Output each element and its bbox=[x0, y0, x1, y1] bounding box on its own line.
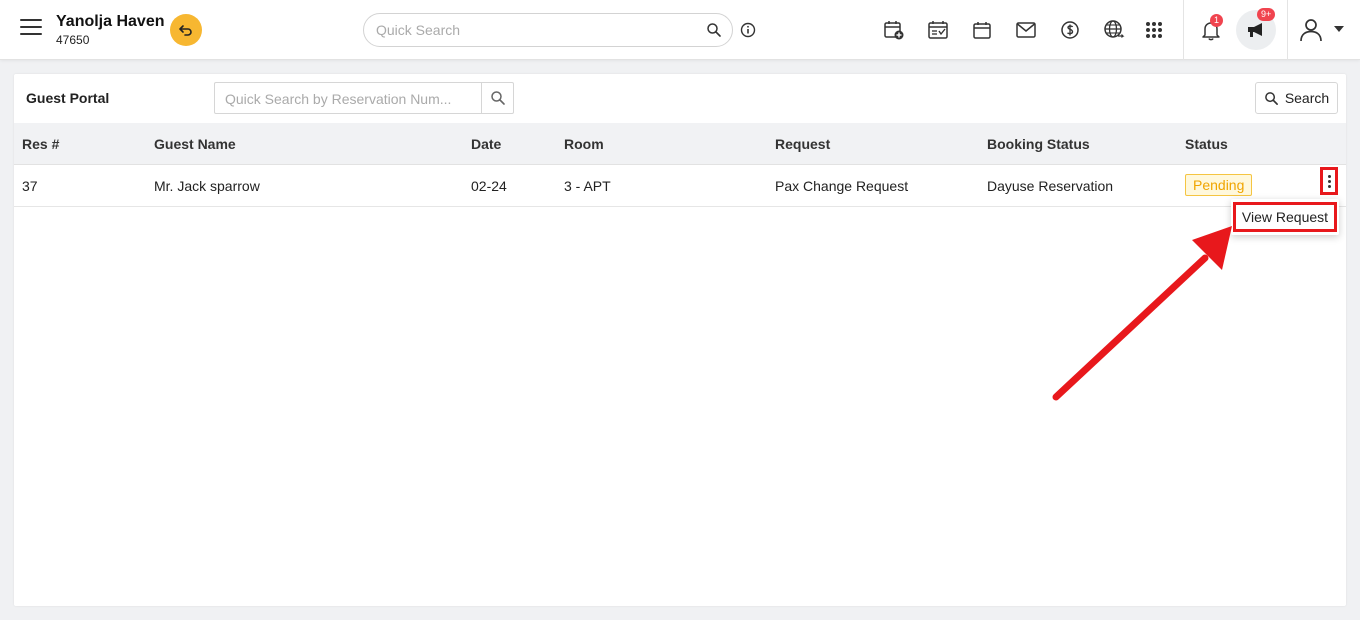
column-guest-name[interactable]: Guest Name bbox=[154, 136, 236, 152]
column-room[interactable]: Room bbox=[564, 136, 604, 152]
column-status[interactable]: Status bbox=[1185, 136, 1228, 152]
row-actions-menu: View Request bbox=[1231, 199, 1339, 235]
notification-badge: 1 bbox=[1210, 14, 1224, 27]
apps-grid-icon[interactable] bbox=[1143, 19, 1165, 41]
cell-booking-status: Dayuse Reservation bbox=[987, 178, 1114, 194]
cell-room: 3 - APT bbox=[564, 178, 611, 194]
calendar-add-icon[interactable] bbox=[883, 19, 905, 41]
cell-res: 37 bbox=[22, 178, 38, 194]
chevron-down-icon[interactable] bbox=[1334, 26, 1344, 32]
search-icon[interactable] bbox=[706, 22, 722, 38]
status-badge: Pending bbox=[1185, 174, 1253, 196]
quick-search bbox=[363, 13, 733, 47]
top-bar: Yanolja Haven 47650 Quick Search 1 9+ bbox=[0, 0, 1360, 60]
column-res[interactable]: Res # bbox=[22, 136, 59, 152]
guest-portal-panel: Guest Portal Search Res # Guest Name Dat… bbox=[14, 74, 1346, 606]
property-name: Yanolja Haven bbox=[56, 13, 165, 30]
cell-request: Pax Change Request bbox=[775, 178, 909, 194]
search-button[interactable]: Search bbox=[1255, 82, 1338, 114]
user-icon[interactable] bbox=[1298, 17, 1324, 43]
reservation-search-button[interactable] bbox=[481, 83, 513, 113]
toolbar-divider bbox=[1183, 0, 1184, 60]
info-icon[interactable] bbox=[740, 22, 756, 38]
undo-icon bbox=[179, 25, 192, 36]
table-row[interactable]: 37 Mr. Jack sparrow 02-24 3 - APT Pax Ch… bbox=[14, 165, 1346, 207]
page-title: Guest Portal bbox=[26, 90, 110, 106]
property-id: 47650 bbox=[56, 33, 90, 47]
row-actions-kebab-icon[interactable] bbox=[1320, 167, 1338, 195]
table-header: Res # Guest Name Date Room Request Booki… bbox=[14, 123, 1346, 165]
column-date[interactable]: Date bbox=[471, 136, 501, 152]
column-request[interactable]: Request bbox=[775, 136, 830, 152]
view-request-menu-item[interactable]: View Request bbox=[1233, 202, 1337, 232]
globe-icon[interactable] bbox=[1103, 19, 1125, 41]
calendar-check-icon[interactable] bbox=[927, 19, 949, 41]
search-icon bbox=[1264, 91, 1278, 105]
announcement-badge: 9+ bbox=[1257, 8, 1276, 21]
calendar-icon[interactable] bbox=[971, 19, 993, 41]
cell-date: 02-24 bbox=[471, 178, 507, 194]
reservation-search-input[interactable] bbox=[225, 91, 475, 107]
user-divider bbox=[1287, 0, 1288, 60]
megaphone-icon bbox=[1248, 23, 1262, 37]
search-button-label: Search bbox=[1284, 90, 1330, 106]
hamburger-icon[interactable] bbox=[20, 19, 42, 41]
column-booking-status[interactable]: Booking Status bbox=[987, 136, 1090, 152]
reservation-search bbox=[214, 82, 514, 114]
search-icon bbox=[490, 91, 505, 105]
quick-search-input[interactable] bbox=[376, 22, 696, 38]
mail-icon[interactable] bbox=[1015, 19, 1037, 41]
back-button[interactable] bbox=[170, 14, 202, 46]
dollar-icon[interactable] bbox=[1059, 19, 1081, 41]
cell-guest-name: Mr. Jack sparrow bbox=[154, 178, 260, 194]
